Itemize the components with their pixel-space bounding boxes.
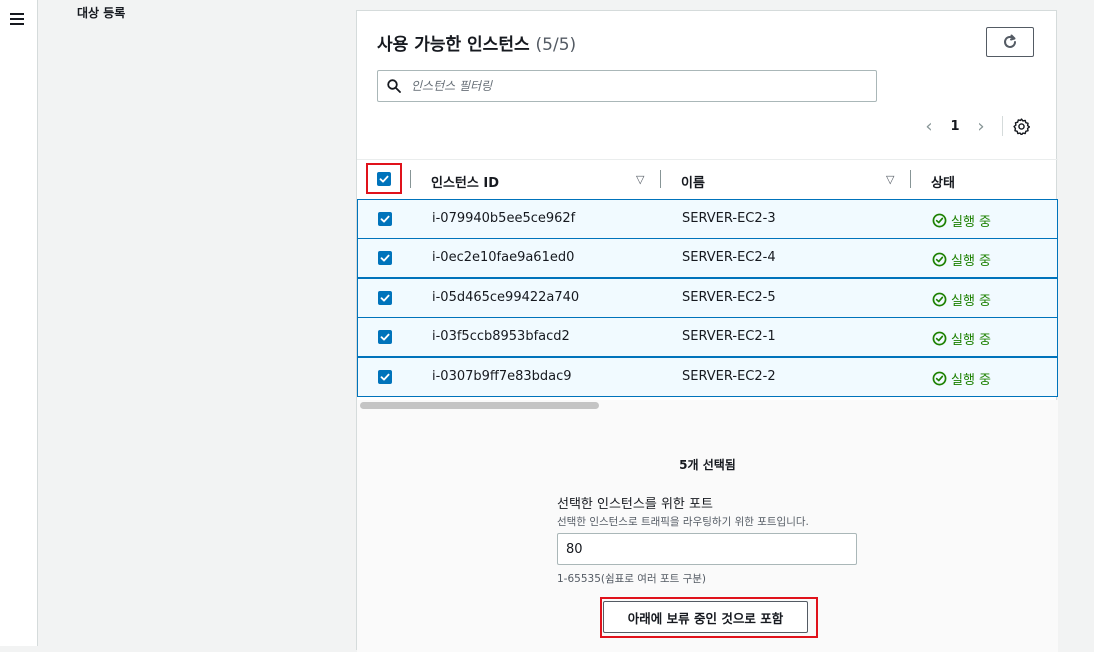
refresh-icon	[1004, 34, 1016, 48]
selected-count: 5개 선택됨	[679, 458, 736, 472]
pagination: ‹ 1 ›	[920, 116, 1040, 137]
table-row[interactable]: i-0ec2e10fae9a61ed0 SERVER-EC2-4 실행 중	[357, 238, 1058, 278]
panel-title: 사용 가능한 인스턴스 (5/5)	[377, 30, 576, 55]
instance-id: i-0307b9ff7e83bdac9	[432, 369, 572, 384]
status-text: 실행 중	[951, 215, 992, 230]
check-circle-icon	[932, 371, 947, 386]
port-label: 선택한 인스턴스를 위한 포트	[557, 497, 713, 512]
section-label: 대상 등록	[77, 6, 126, 20]
check-circle-icon	[932, 292, 947, 307]
status-text: 실행 중	[951, 294, 992, 309]
include-button-highlight	[600, 597, 818, 638]
instance-name: SERVER-EC2-3	[682, 211, 776, 226]
table-header: 인스턴스 ID ▽ 이름 ▽ 상태	[357, 159, 1058, 198]
column-divider	[660, 170, 661, 188]
checkmark-icon	[380, 215, 390, 223]
instance-status: 실행 중	[932, 369, 991, 388]
table-row[interactable]: i-05d465ce99422a740 SERVER-EC2-5 실행 중	[357, 278, 1058, 318]
instance-count: (5/5)	[535, 35, 577, 55]
instance-status: 실행 중	[932, 211, 991, 230]
instance-name: SERVER-EC2-4	[682, 250, 776, 265]
port-input[interactable]	[557, 533, 857, 565]
panel-title-text: 사용 가능한 인스턴스	[377, 35, 530, 55]
table-row[interactable]: i-079940b5ee5ce962f SERVER-EC2-3 실행 중	[357, 199, 1058, 239]
checkmark-icon	[380, 254, 390, 262]
instance-id: i-05d465ce99422a740	[432, 290, 580, 305]
row-checkbox[interactable]	[378, 291, 392, 305]
instance-status: 실행 중	[932, 250, 991, 269]
status-text: 실행 중	[951, 333, 992, 348]
instance-name: SERVER-EC2-2	[682, 369, 776, 384]
column-header-name[interactable]: 이름	[681, 172, 705, 191]
instance-name: SERVER-EC2-1	[682, 329, 776, 344]
sort-desc-icon[interactable]: ▽	[636, 173, 644, 186]
left-nav-bar	[0, 0, 38, 646]
status-text: 실행 중	[951, 373, 992, 388]
page-number[interactable]: 1	[938, 119, 972, 134]
menu-icon[interactable]	[10, 13, 24, 28]
table-row[interactable]: i-03f5ccb8953bfacd2 SERVER-EC2-1 실행 중	[357, 317, 1058, 357]
sort-desc-icon[interactable]: ▽	[886, 173, 894, 186]
pager-divider	[1002, 116, 1003, 136]
available-instances-panel: 사용 가능한 인스턴스 (5/5) ‹ 1 › 인스턴스 ID ▽ 이	[356, 10, 1058, 652]
check-circle-icon	[932, 331, 947, 346]
instance-name: SERVER-EC2-5	[682, 290, 776, 305]
instance-status: 실행 중	[932, 290, 991, 309]
previous-page-icon[interactable]: ‹	[920, 116, 938, 137]
selection-footer: 5개 선택됨 선택한 인스턴스를 위한 포트 선택한 인스턴스로 트래픽을 라우…	[357, 412, 1058, 652]
search-icon	[387, 79, 401, 93]
select-all-highlight	[366, 163, 402, 194]
instance-id: i-03f5ccb8953bfacd2	[432, 329, 570, 344]
check-circle-icon	[932, 252, 947, 267]
checkmark-icon	[380, 333, 390, 341]
port-description: 선택한 인스턴스로 트래픽을 라우팅하기 위한 포트입니다.	[557, 516, 809, 528]
search-input[interactable]	[409, 78, 853, 94]
row-checkbox[interactable]	[378, 251, 392, 265]
column-header-status[interactable]: 상태	[931, 172, 955, 191]
checkmark-icon	[380, 294, 390, 302]
column-divider	[410, 170, 411, 188]
instance-filter-search[interactable]	[377, 70, 877, 102]
row-checkbox[interactable]	[378, 370, 392, 384]
instance-id: i-079940b5ee5ce962f	[432, 211, 576, 226]
column-divider	[910, 170, 911, 188]
status-text: 실행 중	[951, 254, 992, 269]
column-header-instance-id[interactable]: 인스턴스 ID	[431, 172, 499, 191]
checkmark-icon	[380, 373, 390, 381]
next-page-icon[interactable]: ›	[972, 116, 990, 137]
instance-status: 실행 중	[932, 329, 991, 348]
refresh-button[interactable]	[986, 27, 1034, 57]
scrollbar-thumb[interactable]	[360, 402, 599, 409]
row-checkbox[interactable]	[378, 212, 392, 226]
port-hint: 1-65535(쉼표로 여러 포트 구분)	[557, 573, 707, 585]
row-checkbox[interactable]	[378, 330, 392, 344]
table-row[interactable]: i-0307b9ff7e83bdac9 SERVER-EC2-2 실행 중	[357, 357, 1058, 397]
check-circle-icon	[932, 213, 947, 228]
settings-gear-icon[interactable]	[1013, 117, 1030, 135]
instance-id: i-0ec2e10fae9a61ed0	[432, 250, 575, 265]
